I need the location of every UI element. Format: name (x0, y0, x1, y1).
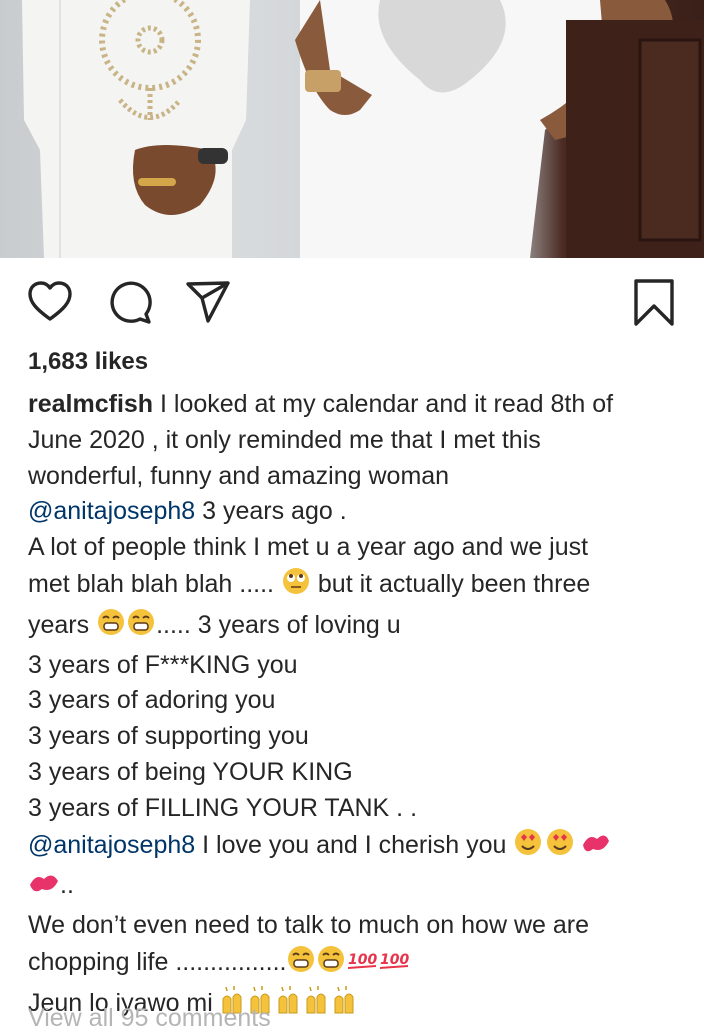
caption-mention[interactable]: @anitajoseph8 (28, 497, 195, 525)
caption-text: June 2020 , it only reminded me that I m… (28, 425, 541, 454)
post-action-bar (0, 272, 704, 336)
caption-username[interactable]: realmcfish (28, 390, 153, 418)
caption-text: 3 years of adoring you (28, 686, 276, 715)
rolling-eyes-emoji (281, 566, 311, 607)
caption-mention[interactable]: @anitajoseph8 (28, 831, 195, 859)
caption-text: 3 years of FILLING YOUR TANK . . (28, 793, 418, 822)
comment-icon[interactable] (106, 278, 154, 326)
caption-text: I looked at my calendar and it read 8th … (153, 390, 614, 418)
caption-text: .. (60, 871, 74, 900)
paper-plane-icon[interactable] (184, 278, 232, 326)
caption-text: ..... 3 years of loving u (156, 610, 401, 639)
caption-text: We don’t even need to talk to much on ho… (28, 911, 589, 940)
heart-eyes-emoji (513, 827, 613, 868)
caption-text: I love you and I cherish you (195, 830, 514, 859)
caption-text: years (28, 610, 97, 639)
heart-icon[interactable] (26, 278, 74, 326)
caption-text: chopping life ................ (28, 947, 287, 976)
caption-text: 3 years ago . (195, 497, 347, 526)
caption-text: but it actually been three (310, 569, 591, 598)
caption-text: A lot of people think I met u a year ago… (28, 533, 589, 562)
caption-text: 3 years of F***KING you (28, 650, 298, 679)
post-caption: realmcfish I looked at my calendar and i… (28, 387, 678, 1026)
post-photo-illustration (22, 0, 704, 258)
kiss-mark-emoji (28, 867, 60, 908)
grinning-hundred-emoji: 100 100 (286, 944, 416, 985)
likes-count[interactable]: 1,683 likes (28, 348, 148, 376)
view-all-comments-link[interactable]: View all 95 comments (28, 1004, 271, 1033)
caption-text: 3 years of supporting you (28, 722, 309, 751)
post-photo[interactable] (0, 0, 704, 258)
caption-text: met blah blah blah ..... (28, 569, 281, 598)
grinning-emoji (96, 607, 156, 648)
caption-text: 3 years of being YOUR KING (28, 757, 353, 786)
bookmark-icon[interactable] (630, 278, 678, 326)
caption-text: wonderful, funny and amazing woman (28, 461, 450, 490)
